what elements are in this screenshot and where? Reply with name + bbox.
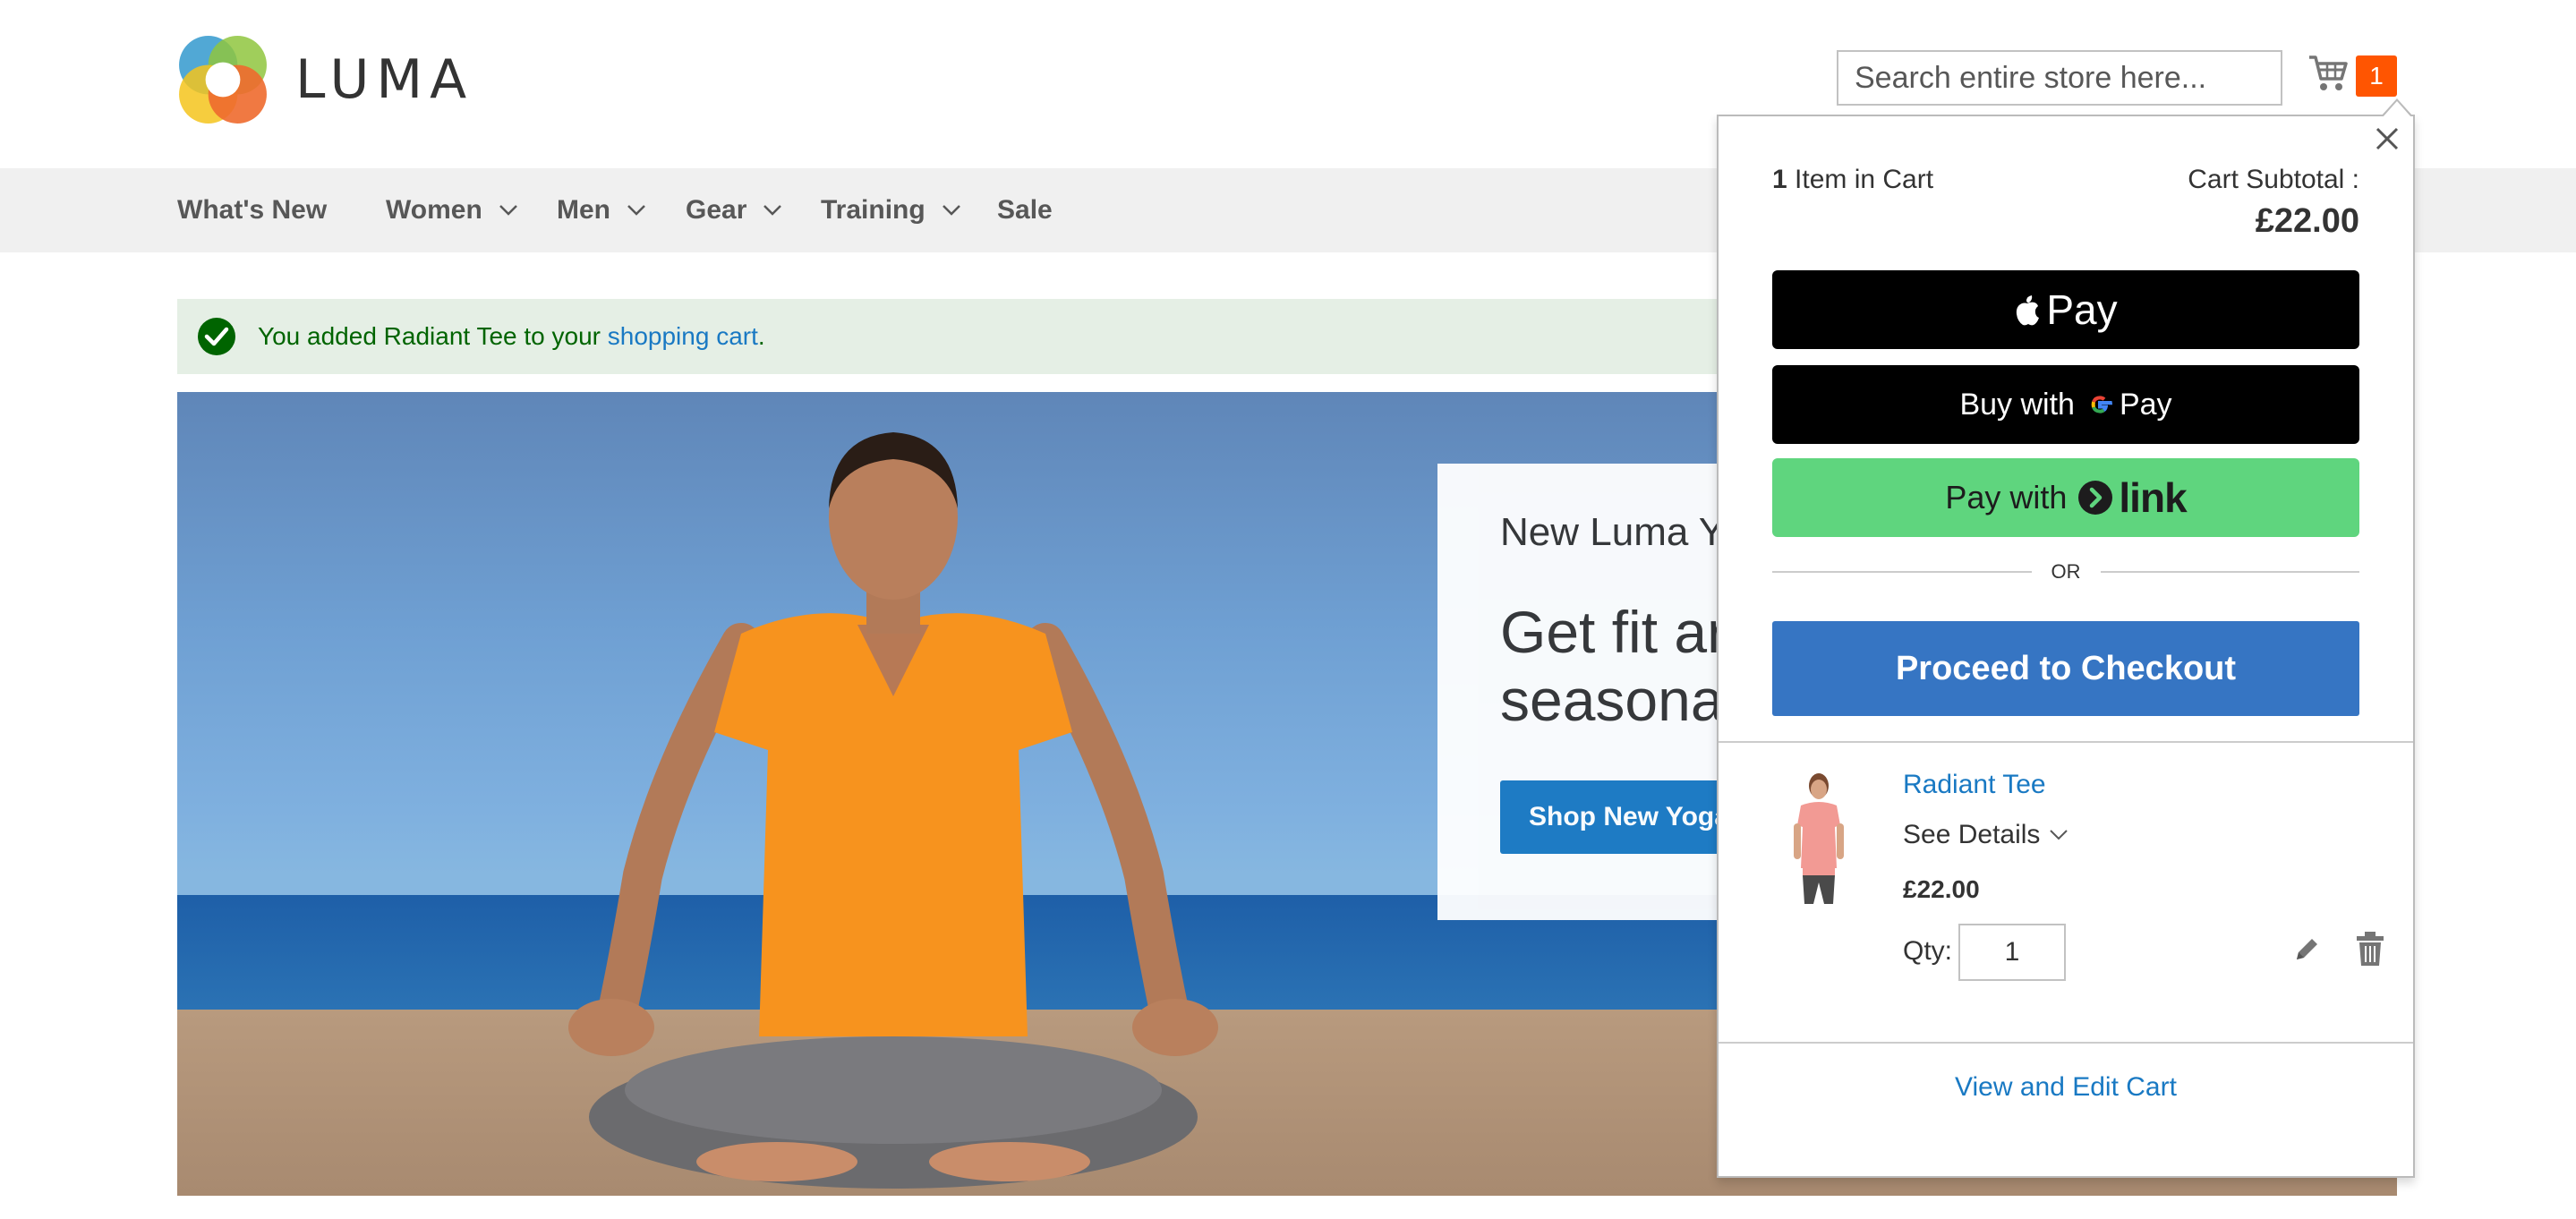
or-separator: OR bbox=[1772, 558, 2359, 585]
cart-item-count-label: Item in Cart bbox=[1787, 165, 1934, 194]
see-details-label: See Details bbox=[1903, 820, 2041, 849]
shopping-cart-icon[interactable] bbox=[2307, 54, 2349, 93]
minicart-pointer-inner bbox=[2383, 101, 2411, 117]
divider bbox=[1772, 571, 2032, 573]
nav-item-men[interactable]: Men bbox=[557, 168, 646, 252]
divider bbox=[2100, 571, 2359, 573]
shopping-cart-link[interactable]: shopping cart bbox=[608, 322, 758, 351]
or-label: OR bbox=[2051, 560, 2081, 583]
nav-item-whats-new[interactable]: What's New bbox=[177, 168, 327, 252]
apple-icon bbox=[2017, 295, 2040, 326]
edit-pencil-icon[interactable] bbox=[2291, 934, 2322, 965]
store-logo[interactable]: LUMA bbox=[177, 34, 473, 125]
promo-tagline-line2: seasona bbox=[1500, 667, 1724, 733]
link-pay-button[interactable]: Pay with link bbox=[1772, 458, 2359, 537]
nav-label: Gear bbox=[686, 195, 747, 225]
promo-heading: New Luma Y bbox=[1500, 510, 1726, 554]
cart-item-count: 1 Item in Cart bbox=[1772, 165, 1933, 195]
product-price: £22.00 bbox=[1903, 875, 1980, 903]
chevron-down-icon bbox=[499, 205, 517, 216]
yoga-woman-image bbox=[568, 432, 1218, 1189]
cart-subtotal-value: £22.00 bbox=[2255, 202, 2359, 240]
nav-label: Sale bbox=[997, 195, 1053, 225]
nav-item-sale[interactable]: Sale bbox=[997, 168, 1053, 252]
message-text: You added Radiant Tee to your bbox=[258, 322, 608, 350]
see-details-toggle[interactable]: See Details bbox=[1903, 820, 2068, 850]
link-arrow-icon bbox=[2078, 481, 2113, 515]
cart-count-badge[interactable]: 1 bbox=[2356, 55, 2397, 97]
nav-label: What's New bbox=[177, 195, 328, 225]
chevron-down-icon bbox=[2050, 830, 2068, 840]
chevron-down-icon bbox=[942, 205, 960, 216]
luma-logo-icon bbox=[179, 36, 267, 124]
product-thumbnail[interactable] bbox=[1783, 770, 1855, 906]
google-pay-button[interactable]: Buy with Pay bbox=[1772, 365, 2359, 444]
chevron-down-icon bbox=[763, 205, 782, 216]
proceed-to-checkout-button[interactable]: Proceed to Checkout bbox=[1772, 621, 2359, 716]
qty-input[interactable] bbox=[1958, 924, 2066, 981]
search-box bbox=[1837, 50, 2282, 106]
nav-label: Women bbox=[386, 195, 482, 225]
view-and-edit-cart-link[interactable]: View and Edit Cart bbox=[1719, 1072, 2413, 1103]
apple-pay-button[interactable]: Pay bbox=[1772, 270, 2359, 349]
google-g-icon bbox=[2091, 396, 2112, 413]
product-name-link[interactable]: Radiant Tee bbox=[1903, 770, 2046, 800]
close-icon[interactable] bbox=[2374, 125, 2401, 152]
nav-item-training[interactable]: Training bbox=[821, 168, 961, 252]
link-pay-prefix: Pay with bbox=[1945, 479, 2068, 516]
brand-name: LUMA bbox=[295, 48, 474, 111]
divider bbox=[1719, 741, 2413, 743]
qty-label: Qty: bbox=[1903, 936, 1953, 966]
google-pay-suffix: Pay bbox=[2119, 387, 2172, 422]
checkmark-icon bbox=[198, 318, 235, 355]
chevron-down-icon bbox=[627, 205, 645, 216]
promo-tagline-line1: Get fit ar bbox=[1500, 599, 1727, 665]
minicart-dropdown: 1 Item in Cart Cart Subtotal : £22.00 Pa… bbox=[1717, 115, 2415, 1178]
message-suffix: . bbox=[757, 322, 765, 350]
nav-label: Training bbox=[821, 195, 925, 225]
nav-label: Men bbox=[557, 195, 610, 225]
google-pay-prefix: Buy with bbox=[1959, 387, 2075, 422]
nav-item-women[interactable]: Women bbox=[386, 168, 518, 252]
cart-item-count-number: 1 bbox=[1772, 165, 1787, 194]
cart-subtotal-label: Cart Subtotal : bbox=[2188, 165, 2359, 194]
search-input[interactable] bbox=[1838, 53, 2267, 103]
divider bbox=[1719, 1042, 2413, 1044]
link-brand-word: link bbox=[2119, 474, 2187, 521]
promo-tagline: Get fit ar seasona bbox=[1500, 598, 1727, 734]
nav-item-gear[interactable]: Gear bbox=[686, 168, 782, 252]
apple-pay-label: Pay bbox=[2046, 286, 2118, 333]
trash-icon[interactable] bbox=[2356, 931, 2384, 967]
success-message: You added Radiant Tee to your shopping c… bbox=[177, 299, 1878, 374]
